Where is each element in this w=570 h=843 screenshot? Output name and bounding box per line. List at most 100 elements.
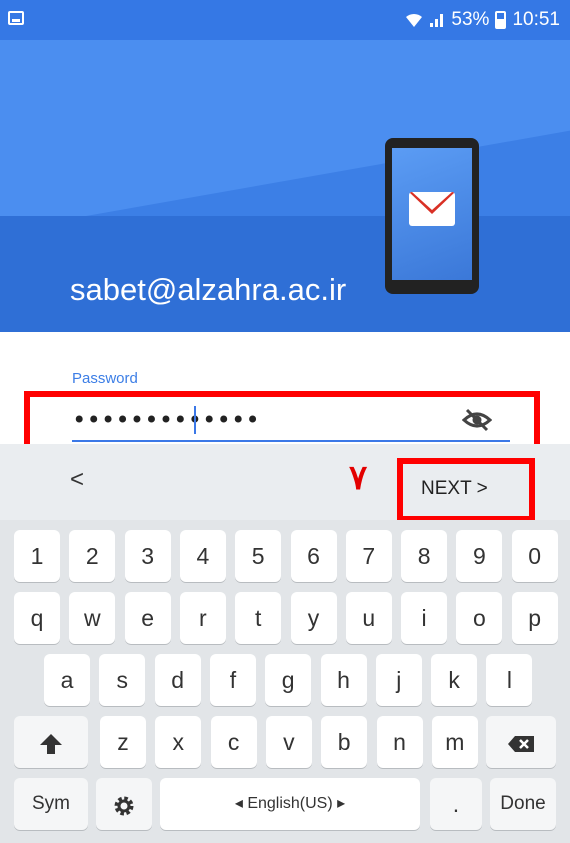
key-i[interactable]: i <box>401 592 448 644</box>
key-m-label: m <box>445 729 465 755</box>
key-q-label: q <box>30 605 44 631</box>
key-s[interactable]: s <box>99 654 146 706</box>
key-x[interactable]: x <box>155 716 202 768</box>
password-label: Password <box>72 370 138 387</box>
key-v-label: v <box>283 729 295 755</box>
key-o-label: o <box>472 605 486 631</box>
key-k[interactable]: k <box>431 654 478 706</box>
status-icons: 53% 10:51 <box>405 7 560 33</box>
key-r-label: r <box>199 605 207 631</box>
key-i-label: i <box>421 605 427 631</box>
shift-icon <box>14 716 88 768</box>
clock: 10:51 <box>512 9 560 30</box>
key-l[interactable]: l <box>486 654 533 706</box>
key-z[interactable]: z <box>100 716 146 768</box>
key-0[interactable]: 0 <box>511 530 558 582</box>
key-j-label: j <box>396 667 402 693</box>
space-key-label: ◂ English(US) ▸ <box>234 795 346 812</box>
gear-icon <box>96 778 152 830</box>
key-x-label: x <box>172 729 185 755</box>
key-3[interactable]: 3 <box>124 530 171 582</box>
battery-icon <box>495 11 507 29</box>
key-z-label: z <box>117 729 129 755</box>
done-key-label: Done <box>500 793 546 814</box>
key-9-label: 9 <box>472 543 486 569</box>
battery-percent: 53% <box>451 9 490 30</box>
key-y[interactable]: y <box>290 592 337 644</box>
key-y-label: y <box>307 605 320 631</box>
key-7-label: 7 <box>362 543 376 569</box>
key-e[interactable]: e <box>124 592 171 644</box>
key-n-label: n <box>393 729 406 755</box>
next-button-label: NEXT > <box>421 478 488 499</box>
gmail-icon <box>409 192 455 226</box>
key-b-label: b <box>337 729 351 755</box>
key-g[interactable]: g <box>265 654 312 706</box>
key-8[interactable]: 8 <box>401 530 448 582</box>
previous-button[interactable]: < <box>70 466 84 494</box>
signal-icon <box>429 12 445 28</box>
key-n[interactable]: n <box>376 716 423 768</box>
gallery-icon <box>8 11 24 25</box>
key-k-label: k <box>448 667 460 693</box>
sym-key[interactable]: Sym <box>14 778 88 830</box>
key-e-label: e <box>141 605 154 631</box>
key-3-label: 3 <box>141 543 154 569</box>
sym-key-label: Sym <box>32 793 70 814</box>
key-u[interactable]: u <box>345 592 392 644</box>
key-4[interactable]: 4 <box>179 530 226 582</box>
status-bar: 53% 10:51 <box>0 0 570 40</box>
tablet-illustration <box>385 138 479 294</box>
key-f[interactable]: f <box>209 654 256 706</box>
space-key[interactable]: ◂ English(US) ▸ <box>160 778 420 830</box>
key-1-label: 1 <box>30 543 44 569</box>
key-m[interactable]: m <box>431 716 478 768</box>
key-f-label: f <box>229 667 237 693</box>
next-button[interactable]: NEXT > <box>397 458 535 522</box>
key-h[interactable]: h <box>320 654 367 706</box>
key-r[interactable]: r <box>179 592 226 644</box>
wifi-icon <box>405 12 423 28</box>
key-6-label: 6 <box>307 543 320 569</box>
key-a-label: a <box>60 667 74 693</box>
key-w-label: w <box>83 605 101 631</box>
key-l-label: l <box>506 667 512 693</box>
backspace-icon <box>486 716 556 768</box>
key-c-label: c <box>227 729 240 755</box>
key-7[interactable]: 7 <box>345 530 392 582</box>
key-5-label: 5 <box>251 543 265 569</box>
key-w[interactable]: w <box>69 592 116 644</box>
account-header: sabet@alzahra.ac.ir <box>0 40 570 332</box>
key-9[interactable]: 9 <box>456 530 503 582</box>
key-5[interactable]: 5 <box>235 530 282 582</box>
key-d[interactable]: d <box>154 654 201 706</box>
backspace-key[interactable] <box>486 716 556 768</box>
key-a[interactable]: a <box>44 654 90 706</box>
key-j[interactable]: j <box>375 654 422 706</box>
done-key[interactable]: Done <box>490 778 556 830</box>
key-4-label: 4 <box>196 543 210 569</box>
key-c[interactable]: c <box>210 716 257 768</box>
key-q[interactable]: q <box>14 592 60 644</box>
shift-key[interactable] <box>14 716 88 768</box>
key-8-label: 8 <box>417 543 431 569</box>
key-1[interactable]: 1 <box>14 530 60 582</box>
key-d-label: d <box>171 667 184 693</box>
key-t[interactable]: t <box>235 592 282 644</box>
key-p[interactable]: p <box>511 592 558 644</box>
key-p-label: p <box>528 605 542 631</box>
key-h-label: h <box>337 667 350 693</box>
soft-keyboard: 1 2 3 4 5 6 7 8 9 0 q w e r t y u i o p a s d f g h j k l z x c v b n m Sym ◂… <box>0 520 570 843</box>
settings-key[interactable] <box>96 778 152 830</box>
period-key[interactable]: . <box>430 778 482 830</box>
key-g-label: g <box>281 667 295 693</box>
key-6[interactable]: 6 <box>290 530 337 582</box>
step-marker: ۷ <box>349 458 368 498</box>
key-v[interactable]: v <box>265 716 312 768</box>
key-b[interactable]: b <box>321 716 368 768</box>
key-2[interactable]: 2 <box>69 530 116 582</box>
account-email: sabet@alzahra.ac.ir <box>70 272 347 307</box>
key-o[interactable]: o <box>456 592 503 644</box>
period-key-label: . <box>452 791 460 817</box>
key-u-label: u <box>362 605 376 631</box>
